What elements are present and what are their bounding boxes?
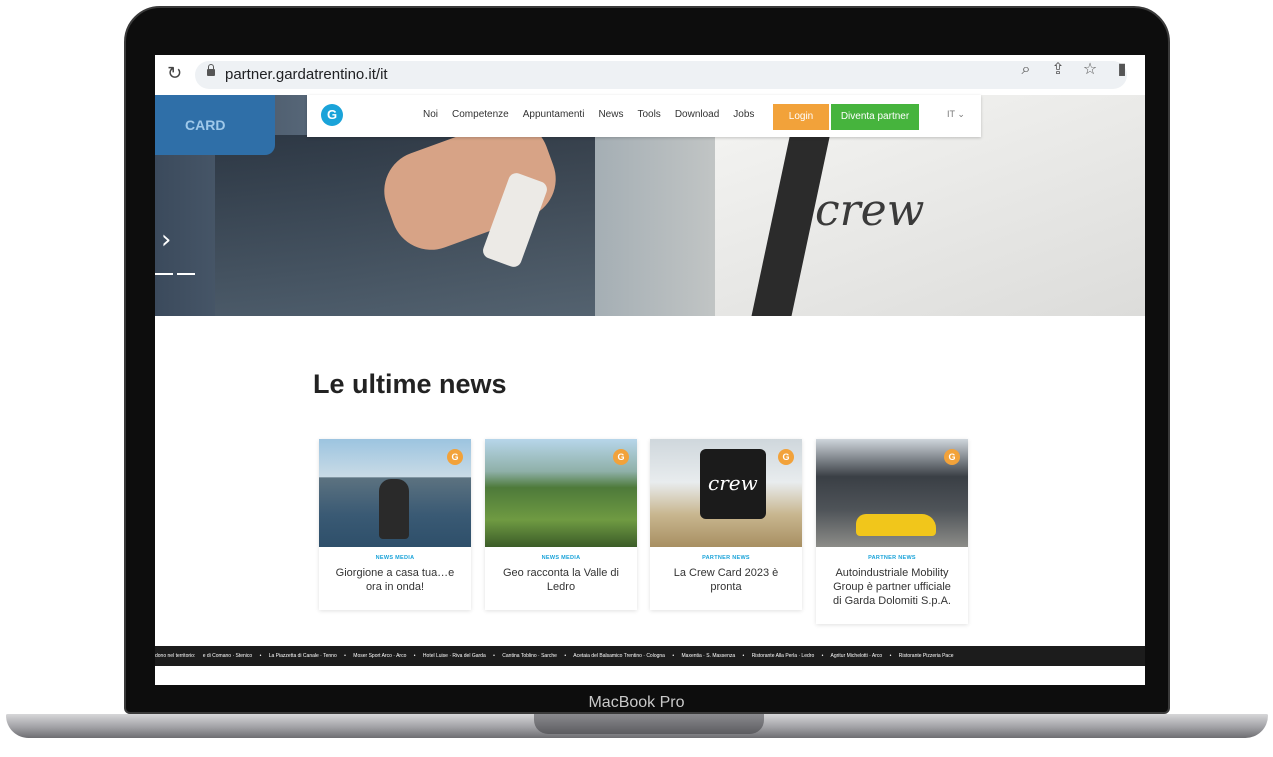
site-navbar: G Noi Competenze Appuntamenti News Tools… (307, 95, 981, 137)
ticker-item[interactable]: Ristorante Pizzeria Pace (899, 653, 954, 659)
nav-link-tools[interactable]: Tools (637, 109, 660, 120)
nav-link-appuntamenti[interactable]: Appuntamenti (523, 109, 585, 120)
ticker-item[interactable]: Moser Sport Arco · Arco (353, 653, 406, 659)
ticker-item[interactable]: Cantina Toblino · Sarche (502, 653, 557, 659)
lock-icon (207, 64, 215, 76)
login-button[interactable]: Login (773, 104, 829, 130)
carousel-indicators[interactable] (155, 273, 195, 275)
partner-ticker: dono nel territorio: e di Comano · Steni… (155, 646, 1145, 666)
news-card-image: G (816, 439, 968, 547)
bookmark-star-icon[interactable]: ☆ (1081, 59, 1099, 79)
ticker-item[interactable]: Ristorante Alla Perla · Ledro (752, 653, 815, 659)
brand-badge-icon: G (613, 449, 629, 465)
news-card[interactable]: G NEWS MEDIA Giorgione a casa tua…e ora … (319, 439, 471, 610)
ticker-item[interactable]: Agritur Michelotti · Arco (831, 653, 883, 659)
yellow-car (856, 514, 936, 536)
news-card-image: G (485, 439, 637, 547)
brand-badge-icon: G (944, 449, 960, 465)
site-logo[interactable]: G (321, 104, 343, 126)
nav-link-jobs[interactable]: Jobs (733, 109, 754, 120)
ticker-separator: • (672, 653, 675, 659)
ticker-separator: • (259, 653, 262, 659)
nav-link-news[interactable]: News (598, 109, 623, 120)
share-icon[interactable]: ⇪ (1049, 59, 1067, 79)
ticker-separator: • (742, 653, 745, 659)
brand-badge-icon: G (778, 449, 794, 465)
ticker-item[interactable]: Acetaia del Balsamico Trentino · Cologna (573, 653, 665, 659)
news-card-title[interactable]: Giorgione a casa tua…e ora in onda! (319, 561, 471, 610)
become-partner-button[interactable]: Diventa partner (831, 104, 919, 130)
address-bar[interactable]: partner.gardatrentino.it/it (195, 61, 1127, 89)
brand-badge-icon: G (447, 449, 463, 465)
reload-icon[interactable]: ↻ (167, 63, 182, 84)
nav-link-download[interactable]: Download (675, 109, 719, 120)
browser-actions: ⌕ ⇪ ☆ ▮ (1017, 59, 1131, 79)
news-card[interactable]: crew G PARTNER NEWS La Crew Card 2023 è … (650, 439, 802, 610)
browser-toolbar: ↻ partner.gardatrentino.it/it ⌕ ⇪ ☆ ▮ (155, 55, 1145, 96)
person-figure (379, 479, 409, 539)
ticker-separator: • (344, 653, 346, 659)
url-text[interactable]: partner.gardatrentino.it/it (225, 66, 388, 83)
ticker-separator: • (889, 653, 892, 659)
news-card-title[interactable]: Autoindustriale Mobility Group è partner… (816, 561, 968, 624)
ticker-separator: • (493, 653, 495, 659)
ticker-item: dono nel territorio: (155, 653, 196, 659)
screen: ↻ partner.gardatrentino.it/it ⌕ ⇪ ☆ ▮ CA… (155, 55, 1145, 685)
zoom-icon[interactable]: ⌕ (1017, 59, 1035, 79)
news-card-title[interactable]: Geo racconta la Valle di Ledro (485, 561, 637, 610)
nav-link-noi[interactable]: Noi (423, 109, 438, 120)
news-card[interactable]: G PARTNER NEWS Autoindustriale Mobility … (816, 439, 968, 624)
laptop-notch (534, 714, 764, 734)
hero-crew-text: crew (815, 185, 925, 236)
news-section-title: Le ultime news (313, 369, 507, 399)
ticker-separator: • (821, 653, 824, 659)
carousel-next-arrow-icon[interactable]: › (161, 225, 171, 255)
ticker-separator: • (564, 653, 567, 659)
device-label: MacBook Pro (588, 694, 685, 711)
nav-link-competenze[interactable]: Competenze (452, 109, 509, 120)
news-card-image: G (319, 439, 471, 547)
news-card[interactable]: G NEWS MEDIA Geo racconta la Valle di Le… (485, 439, 637, 610)
news-card-image: crew G (650, 439, 802, 547)
side-panel-icon[interactable]: ▮ (1113, 59, 1131, 79)
crew-bag: crew (700, 449, 766, 519)
ticker-item[interactable]: Maxentia · S. Massenza (682, 653, 736, 659)
ticker-separator: • (413, 653, 416, 659)
ticker-item[interactable]: e di Comano · Stenico (203, 653, 252, 659)
ticker-item[interactable]: La Piazzetta di Canale · Tenno (269, 653, 337, 659)
nav-links: Noi Competenze Appuntamenti News Tools D… (423, 109, 754, 120)
ticker-item[interactable]: Hotel Luise · Riva del Garda (423, 653, 486, 659)
news-card-title[interactable]: La Crew Card 2023 è pronta (650, 561, 802, 610)
language-selector[interactable]: IT ⌄ (947, 109, 965, 120)
hero-card-sign: CARD (155, 95, 275, 155)
